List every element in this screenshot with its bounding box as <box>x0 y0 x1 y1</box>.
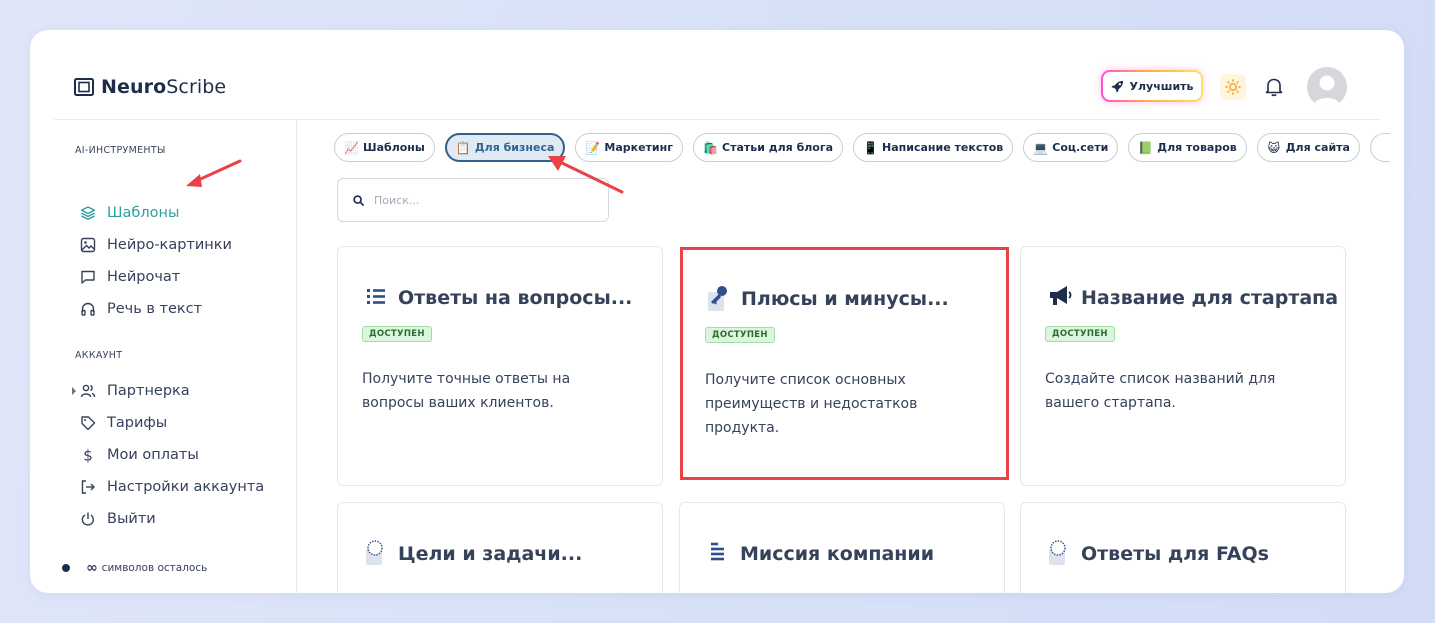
theme-toggle-sun-icon[interactable] <box>1220 74 1246 100</box>
clipboard-emoji-icon: 📋 <box>455 140 471 155</box>
circle-icon <box>1049 540 1066 565</box>
sidebar-item-templates[interactable]: Шаблоны <box>80 202 179 224</box>
chip-overflow[interactable] <box>1369 133 1390 162</box>
search-icon <box>353 194 364 206</box>
sidebar-item-logout[interactable]: Выйти <box>80 508 156 530</box>
upgrade-button[interactable]: Улучшить <box>1101 70 1203 102</box>
chip-templates[interactable]: 📈 Шаблоны <box>334 133 435 162</box>
memo-emoji-icon: 📝 <box>585 140 601 155</box>
cat-emoji-icon: 😺 <box>1267 140 1280 155</box>
megaphone-icon <box>1050 286 1072 305</box>
lines-icon <box>711 542 724 561</box>
sidebar-item-label: Мои оплаты <box>107 447 199 463</box>
upgrade-label: Улучшить <box>1129 79 1194 93</box>
logo[interactable]: NeuroScribe <box>74 76 226 98</box>
chip-copywriting[interactable]: 📱 Написание текстов <box>853 133 1014 162</box>
card-title: Название для стартапа <box>1081 287 1339 309</box>
sidebar-item-tariffs[interactable]: Тарифы <box>80 412 167 434</box>
template-card-qa[interactable]: Ответы на вопросы... ДОСТУПЕН Получите т… <box>337 246 663 486</box>
chip-for-business[interactable]: 📋 Для бизнеса <box>444 133 566 162</box>
image-icon <box>80 237 96 253</box>
chip-marketing[interactable]: 📝 Маркетинг <box>575 133 683 162</box>
section-label-tools: AI-ИНСТРУМЕНТЫ <box>75 145 166 156</box>
status-badge: ДОСТУПЕН <box>362 326 432 342</box>
category-chips: 📈 Шаблоны 📋 Для бизнеса 📝 Маркетинг 🛍️ Стать… <box>334 133 1390 162</box>
login-icon <box>81 480 95 494</box>
credits-remaining: ∞ символов осталось <box>62 560 207 576</box>
sidebar-item-label: Нейрочат <box>107 269 181 285</box>
template-card-faqs[interactable]: Ответы для FAQs <box>1020 502 1346 593</box>
sidebar-item-label: Партнерка <box>107 383 190 399</box>
sidebar-item-label: Настройки аккаунта <box>107 479 265 495</box>
sidebar-item-speech-to-text[interactable]: Речь в текст <box>80 298 202 320</box>
chip-blog-articles[interactable]: 🛍️ Статьи для блога <box>693 133 844 162</box>
chip-social[interactable]: 💻 Соц.сети <box>1023 133 1119 162</box>
sidebar-item-label: Речь в текст <box>107 301 203 317</box>
template-card-startup-name[interactable]: Название для стартапа ДОСТУПЕН Создайте … <box>1020 246 1346 486</box>
tag-icon <box>81 416 96 431</box>
chat-icon <box>81 270 95 284</box>
sidebar-item-neuro-images[interactable]: Нейро-картинки <box>80 234 232 256</box>
rocket-icon <box>1110 80 1123 93</box>
sidebar-item-account-settings[interactable]: Настройки аккаунта <box>80 476 264 498</box>
status-badge: ДОСТУПЕН <box>1045 326 1115 342</box>
sidebar-item-label: Шаблоны <box>107 205 180 221</box>
circle-icon <box>366 540 383 565</box>
power-icon <box>81 512 94 526</box>
shopping-emoji-icon: 🛍️ <box>703 140 718 155</box>
search-input[interactable] <box>374 193 594 207</box>
sidebar-item-label: Тарифы <box>107 415 168 431</box>
sidebar-item-label: Выйти <box>107 511 156 527</box>
users-icon <box>80 384 96 398</box>
book-emoji-icon: 📗 <box>1138 140 1154 155</box>
card-title: Миссия компании <box>740 543 935 565</box>
card-title: Цели и задачи... <box>398 543 583 565</box>
sidebar-item-payments[interactable]: $ Мои оплаты <box>80 444 199 466</box>
template-card-mission[interactable]: Миссия компании <box>679 502 1005 593</box>
layers-icon <box>80 206 96 220</box>
chip-products[interactable]: 📗 Для товаров <box>1128 133 1247 162</box>
chip-website[interactable]: 😺 Для сайта <box>1256 133 1360 162</box>
card-description: Получите точные ответы на вопросы ваших … <box>362 371 571 411</box>
status-dot-icon <box>62 564 70 572</box>
sidebar-item-neurochat[interactable]: Нейрочат <box>80 266 180 288</box>
sidebar-item-partners[interactable]: Партнерка <box>72 380 190 402</box>
caret-right-icon <box>72 387 76 395</box>
avatar[interactable] <box>1307 67 1347 107</box>
dollar-icon: $ <box>83 447 93 463</box>
credits-label: символов осталось <box>101 562 208 574</box>
section-label-account: АККАУНТ <box>75 350 123 361</box>
chart-emoji-icon: 📈 <box>344 140 359 155</box>
card-title: Ответы на вопросы... <box>398 287 633 309</box>
highlight-frame <box>680 247 1009 480</box>
list-icon <box>367 289 385 304</box>
template-card-goals[interactable]: Цели и задачи... <box>337 502 663 593</box>
search-box[interactable] <box>337 178 609 222</box>
sidebar-item-label: Нейро-картинки <box>107 237 232 253</box>
card-description: Создайте список названий для вашего стар… <box>1045 371 1276 411</box>
svg-text:$: $ <box>83 447 93 463</box>
logo-text: NeuroScribe <box>101 76 227 98</box>
app-window: NeuroScribe Улучшить AI-ИНСТРУМЕНТЫ Шабл… <box>30 30 1404 593</box>
credits-infinity: ∞ <box>86 560 98 576</box>
bell-icon[interactable] <box>1262 74 1286 100</box>
phone-emoji-icon: 📱 <box>863 140 878 155</box>
notebook-icon <box>74 78 94 96</box>
headphones-icon <box>81 302 95 316</box>
card-title: Ответы для FAQs <box>1081 543 1269 565</box>
sidebar: AI-ИНСТРУМЕНТЫ Шаблоны Нейро-картинки Не… <box>54 120 297 593</box>
laptop-emoji-icon: 💻 <box>1033 140 1049 155</box>
